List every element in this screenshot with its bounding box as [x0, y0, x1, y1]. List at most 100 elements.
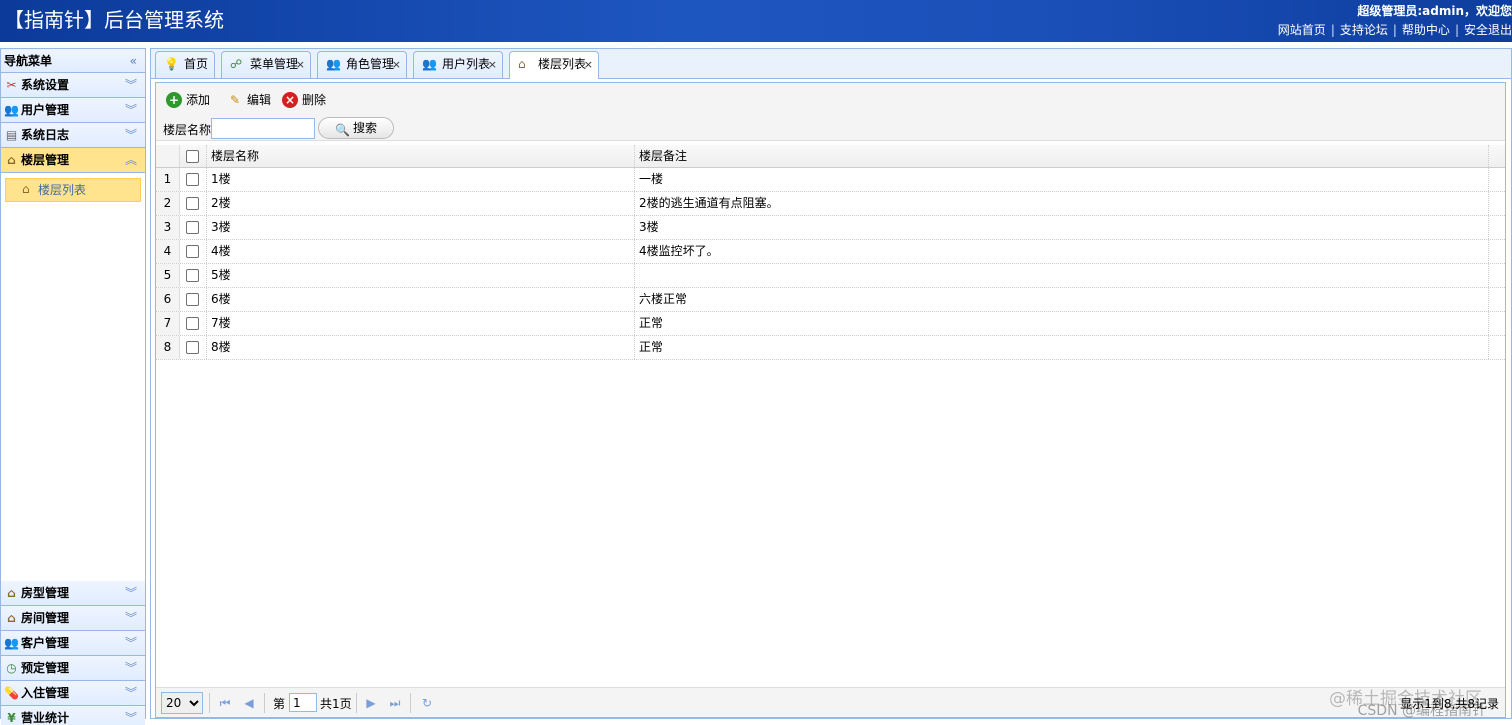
chevron-down-icon: ︾ — [124, 661, 137, 675]
sidebar-header: 导航菜单 « — [1, 49, 145, 73]
link-home[interactable]: 网站首页 — [1278, 23, 1326, 37]
clock-icon: ◷ — [6, 661, 17, 675]
users-icon: 👥 — [422, 57, 437, 71]
menu-system-settings[interactable]: ✂ 系统设置 ︾ — [1, 73, 145, 98]
row-checkbox[interactable] — [186, 293, 199, 306]
table-row[interactable]: 3 3楼 3楼 — [156, 216, 1505, 240]
row-checkbox-cell — [180, 216, 207, 239]
menu-floor-management[interactable]: ⌂ 楼层管理 ︽ — [1, 148, 145, 173]
chevron-down-icon: ︾ — [124, 711, 137, 725]
edit-button[interactable]: ✎ 编辑 — [227, 91, 271, 109]
table-row[interactable]: 4 4楼 4楼监控坏了。 — [156, 240, 1505, 264]
close-icon[interactable]: × — [584, 52, 593, 77]
row-checkbox[interactable] — [186, 317, 199, 330]
row-checkbox-cell — [180, 264, 207, 287]
table-row[interactable]: 8 8楼 正常 — [156, 336, 1505, 360]
table-row[interactable]: 7 7楼 正常 — [156, 312, 1505, 336]
menu-system-log[interactable]: ▤ 系统日志 ︾ — [1, 123, 145, 148]
row-checkbox[interactable] — [186, 269, 199, 282]
column-header-floor-name[interactable]: 楼层名称 — [207, 145, 635, 167]
first-page-icon[interactable]: ⏮ — [216, 694, 234, 712]
column-header-floor-note[interactable]: 楼层备注 — [635, 145, 1489, 167]
table-row[interactable]: 6 6楼 六楼正常 — [156, 288, 1505, 312]
menu-reservation[interactable]: ◷ 预定管理 ︾ — [1, 656, 145, 681]
table-row[interactable]: 1 1楼 一楼 — [156, 168, 1505, 192]
pagination: 20 ⏮ ◀ 第 共1页 ▶ ⏭ ↻ 显示1到8,共8记录 — [156, 687, 1505, 717]
house-icon: ⌂ — [518, 57, 526, 71]
cell-floor-name: 5楼 — [207, 264, 635, 287]
grid-body: 1 1楼 一楼 2 2楼 2楼的逃生通道有点阻塞。 3 3楼 3楼 4 4楼 4楼监控坏了。 5 5楼 6 6… — [156, 168, 1505, 360]
menu-customer[interactable]: 👥 客户管理 ︾ — [1, 631, 145, 656]
add-button[interactable]: + 添加 — [166, 91, 210, 109]
cell-floor-name: 1楼 — [207, 168, 635, 191]
page-size-select[interactable]: 20 — [161, 692, 203, 714]
tab-menu-management[interactable]: ☍ 菜单管理 × — [221, 51, 311, 78]
search-button[interactable]: 🔍 搜索 — [318, 117, 394, 139]
toolbar: + 添加 ✎ 编辑 × 删除 — [156, 83, 1505, 115]
refresh-icon[interactable]: ↻ — [418, 694, 436, 712]
search-icon: 🔍 — [335, 123, 350, 137]
menu-room[interactable]: ⌂ 房间管理 ︾ — [1, 606, 145, 631]
tab-label: 用户列表 — [442, 57, 491, 71]
floor-name-input[interactable] — [211, 118, 315, 139]
search-button-label: 搜索 — [353, 121, 378, 135]
house-icon: ⌂ — [7, 611, 16, 625]
menu-label: 楼层管理 — [21, 153, 70, 167]
chevron-down-icon: ︾ — [124, 611, 137, 625]
row-checkbox[interactable] — [186, 245, 199, 258]
cell-floor-name: 7楼 — [207, 312, 635, 335]
row-checkbox-cell — [180, 240, 207, 263]
row-checkbox[interactable] — [186, 173, 199, 186]
menu-statistics[interactable]: ¥ 营业统计 ︾ — [1, 706, 145, 725]
cell-floor-note — [635, 264, 1489, 287]
menu-label: 营业统计 — [21, 711, 70, 725]
tab-home[interactable]: 💡 首页 — [155, 51, 215, 78]
submenu-item-floor-list[interactable]: ⌂ 楼层列表 — [5, 178, 141, 202]
link-forum[interactable]: 支持论坛 — [1340, 23, 1388, 37]
double-chevron-left-icon[interactable]: « — [130, 49, 137, 73]
sitemap-icon: ☍ — [230, 57, 243, 71]
row-number: 2 — [156, 192, 180, 215]
close-icon[interactable]: × — [488, 52, 497, 77]
cell-floor-note: 一楼 — [635, 168, 1489, 191]
row-checkbox-cell — [180, 192, 207, 215]
chevron-down-icon: ︾ — [124, 636, 137, 650]
row-checkbox[interactable] — [186, 341, 199, 354]
chevron-down-icon: ︾ — [124, 128, 137, 142]
chevron-down-icon: ︾ — [124, 78, 137, 92]
row-checkbox[interactable] — [186, 221, 199, 234]
tab-content: + 添加 ✎ 编辑 × 删除 楼层名称: 🔍 搜索 楼层名称 楼层备注 1 1楼… — [155, 82, 1506, 718]
lightbulb-icon: 💡 — [164, 57, 179, 71]
cell-floor-name: 2楼 — [207, 192, 635, 215]
prev-page-icon[interactable]: ◀ — [240, 694, 258, 712]
link-logout[interactable]: 安全退出 — [1464, 23, 1512, 37]
divider — [209, 693, 210, 713]
row-checkbox[interactable] — [186, 197, 199, 210]
tab-role-management[interactable]: 👥 角色管理 × — [317, 51, 407, 78]
select-all-checkbox[interactable] — [186, 150, 199, 163]
grid-header: 楼层名称 楼层备注 — [156, 145, 1505, 168]
last-page-icon[interactable]: ⏭ — [386, 694, 404, 712]
menu-room-type[interactable]: ⌂ 房型管理 ︾ — [1, 581, 145, 606]
page-number-input[interactable] — [289, 693, 317, 712]
close-icon[interactable]: × — [296, 52, 305, 77]
row-number: 5 — [156, 264, 180, 287]
delete-button[interactable]: × 删除 — [282, 91, 326, 109]
app-header: 【指南针】后台管理系统 超级管理员:admin，欢迎您 网站首页 | 支持论坛 | 帮助… — [0, 0, 1512, 42]
tab-floor-list[interactable]: ⌂ 楼层列表 × — [509, 51, 599, 79]
close-icon[interactable]: × — [392, 52, 401, 77]
menu-user-management[interactable]: 👥 用户管理 ︾ — [1, 98, 145, 123]
users-icon: 👥 — [4, 103, 19, 117]
next-page-icon[interactable]: ▶ — [362, 694, 380, 712]
menu-checkin[interactable]: 💊 入住管理 ︾ — [1, 681, 145, 706]
table-row[interactable]: 5 5楼 — [156, 264, 1505, 288]
tab-user-list[interactable]: 👥 用户列表 × — [413, 51, 503, 78]
menu-label: 房间管理 — [21, 611, 70, 625]
tab-label: 角色管理 — [346, 57, 395, 71]
delete-icon: × — [282, 92, 298, 108]
divider — [264, 693, 265, 713]
table-row[interactable]: 2 2楼 2楼的逃生通道有点阻塞。 — [156, 192, 1505, 216]
select-all-cell — [180, 145, 207, 167]
tools-icon: ✂ — [6, 78, 17, 92]
link-help[interactable]: 帮助中心 — [1402, 23, 1450, 37]
